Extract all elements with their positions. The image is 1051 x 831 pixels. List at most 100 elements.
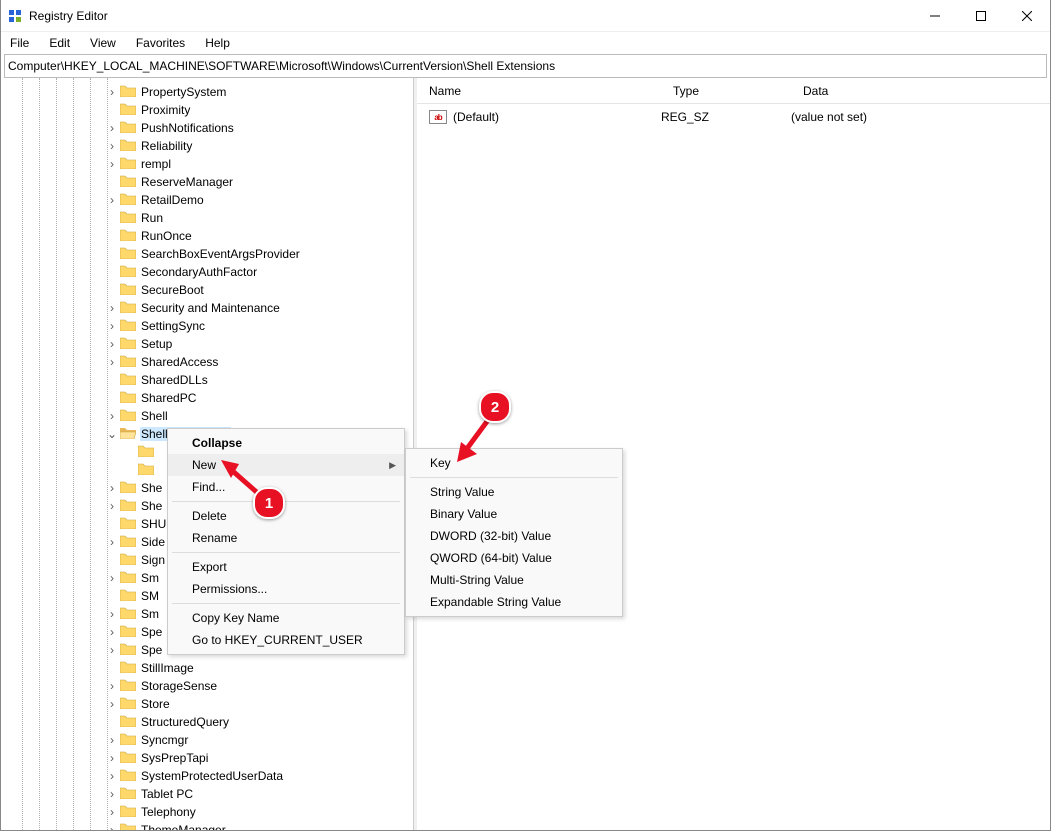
col-header-name[interactable]: Name xyxy=(417,84,661,98)
chevron-right-icon[interactable]: › xyxy=(105,823,119,830)
tree-node[interactable]: StructuredQuery xyxy=(1,713,413,731)
menu-edit[interactable]: Edit xyxy=(46,35,73,51)
tree-node[interactable]: ›PushNotifications xyxy=(1,119,413,137)
ctx-new-qword[interactable]: QWORD (64-bit) Value xyxy=(406,547,622,569)
chevron-right-icon[interactable]: › xyxy=(105,805,119,819)
tree-node[interactable]: RunOnce xyxy=(1,227,413,245)
chevron-right-icon[interactable]: › xyxy=(105,337,119,351)
ctx-new-string[interactable]: String Value xyxy=(406,481,622,503)
chevron-right-icon[interactable]: › xyxy=(105,643,119,657)
menu-bar: File Edit View Favorites Help xyxy=(1,32,1050,54)
tree-label: Security and Maintenance xyxy=(140,301,281,315)
ctx-delete[interactable]: Delete xyxy=(168,505,404,527)
col-header-data[interactable]: Data xyxy=(791,84,1050,98)
tree-node[interactable]: ›Store xyxy=(1,695,413,713)
tree-label: Syncmgr xyxy=(140,733,189,747)
ctx-goto-hkcu[interactable]: Go to HKEY_CURRENT_USER xyxy=(168,629,404,651)
ctx-copy-key-name[interactable]: Copy Key Name xyxy=(168,607,404,629)
chevron-down-icon[interactable]: ⌄ xyxy=(105,427,119,441)
chevron-right-icon[interactable]: › xyxy=(105,409,119,423)
tree-node[interactable]: ›PropertySystem xyxy=(1,83,413,101)
chevron-right-icon[interactable]: › xyxy=(105,733,119,747)
tree-label: Sm xyxy=(140,607,160,621)
menu-favorites[interactable]: Favorites xyxy=(133,35,188,51)
chevron-right-icon[interactable]: › xyxy=(105,193,119,207)
tree-node[interactable]: › SystemProtectedUserData xyxy=(1,767,413,785)
chevron-right-icon[interactable]: › xyxy=(105,571,119,585)
menu-help[interactable]: Help xyxy=(202,35,233,51)
tree-node[interactable]: › Syncmgr xyxy=(1,731,413,749)
chevron-right-icon[interactable]: › xyxy=(105,139,119,153)
minimize-button[interactable] xyxy=(912,0,958,31)
ctx-rename[interactable]: Rename xyxy=(168,527,404,549)
ctx-new-key[interactable]: Key xyxy=(406,452,622,474)
ctx-new[interactable]: New▶ xyxy=(168,454,404,476)
tree-node[interactable]: › Security and Maintenance xyxy=(1,299,413,317)
chevron-right-icon[interactable]: › xyxy=(105,319,119,333)
col-header-type[interactable]: Type xyxy=(661,84,791,98)
tree-node[interactable]: ›RetailDemo xyxy=(1,191,413,209)
chevron-right-icon[interactable]: › xyxy=(105,535,119,549)
folder-icon xyxy=(120,354,140,370)
chevron-right-icon[interactable]: › xyxy=(105,499,119,513)
tree-node[interactable]: SharedPC xyxy=(1,389,413,407)
tree-node[interactable]: SecureBoot xyxy=(1,281,413,299)
menu-file[interactable]: File xyxy=(7,35,32,51)
tree-node[interactable]: ›Setup xyxy=(1,335,413,353)
tree-node[interactable]: Proximity xyxy=(1,101,413,119)
close-button[interactable] xyxy=(1004,0,1050,31)
tree-node[interactable]: ›rempl xyxy=(1,155,413,173)
regedit-icon xyxy=(7,8,23,24)
ctx-new-dword[interactable]: DWORD (32-bit) Value xyxy=(406,525,622,547)
expander-placeholder xyxy=(105,229,119,243)
chevron-right-icon[interactable]: › xyxy=(105,787,119,801)
chevron-right-icon[interactable]: › xyxy=(105,121,119,135)
tree-label: SettingSync xyxy=(140,319,206,333)
chevron-right-icon[interactable]: › xyxy=(105,769,119,783)
chevron-right-icon[interactable]: › xyxy=(105,625,119,639)
ctx-new-binary[interactable]: Binary Value xyxy=(406,503,622,525)
folder-icon xyxy=(120,138,140,154)
ctx-new-expand[interactable]: Expandable String Value xyxy=(406,591,622,613)
chevron-right-icon[interactable]: › xyxy=(105,157,119,171)
chevron-right-icon[interactable]: › xyxy=(105,355,119,369)
tree-node[interactable]: › StorageSense xyxy=(1,677,413,695)
ctx-permissions[interactable]: Permissions... xyxy=(168,578,404,600)
tree-node[interactable]: ReserveManager xyxy=(1,173,413,191)
tree-label: StorageSense xyxy=(140,679,218,693)
tree-node[interactable]: SharedDLLs xyxy=(1,371,413,389)
tree-node[interactable]: StillImage xyxy=(1,659,413,677)
chevron-right-icon[interactable]: › xyxy=(105,481,119,495)
tree-node[interactable]: ›SysPrepTapi xyxy=(1,749,413,767)
tree-label: Spe xyxy=(140,643,163,657)
chevron-right-icon[interactable]: › xyxy=(105,697,119,711)
tree-node[interactable]: ›Tablet PC xyxy=(1,785,413,803)
maximize-button[interactable] xyxy=(958,0,1004,31)
ctx-export[interactable]: Export xyxy=(168,556,404,578)
tree-node[interactable]: ›Shell xyxy=(1,407,413,425)
ctx-collapse[interactable]: Collapse xyxy=(168,432,404,454)
expander-placeholder xyxy=(105,517,119,531)
tree-node[interactable]: ›SharedAccess xyxy=(1,353,413,371)
tree-node[interactable]: › SettingSync xyxy=(1,317,413,335)
list-row[interactable]: ab (Default) REG_SZ (value not set) xyxy=(417,104,1050,127)
tree-label: SystemProtectedUserData xyxy=(140,769,284,783)
tree-node[interactable]: Run xyxy=(1,209,413,227)
tree-node[interactable]: ›ThemeManager xyxy=(1,821,413,830)
titlebar: Registry Editor xyxy=(1,0,1050,32)
tree-node[interactable]: ›Telephony xyxy=(1,803,413,821)
ctx-find[interactable]: Find... xyxy=(168,476,404,498)
address-bar[interactable]: Computer\HKEY_LOCAL_MACHINE\SOFTWARE\Mic… xyxy=(4,54,1047,78)
chevron-right-icon[interactable]: › xyxy=(105,301,119,315)
chevron-right-icon[interactable]: › xyxy=(105,679,119,693)
tree-node[interactable]: SecondaryAuthFactor xyxy=(1,263,413,281)
chevron-right-icon[interactable]: › xyxy=(105,751,119,765)
chevron-right-icon[interactable]: › xyxy=(105,607,119,621)
reg-sz-icon: ab xyxy=(429,110,447,124)
menu-view[interactable]: View xyxy=(87,35,119,51)
ctx-new-multi[interactable]: Multi-String Value xyxy=(406,569,622,591)
expander-placeholder xyxy=(105,661,119,675)
chevron-right-icon[interactable]: › xyxy=(105,85,119,99)
tree-node[interactable]: SearchBoxEventArgsProvider xyxy=(1,245,413,263)
tree-node[interactable]: ›Reliability xyxy=(1,137,413,155)
